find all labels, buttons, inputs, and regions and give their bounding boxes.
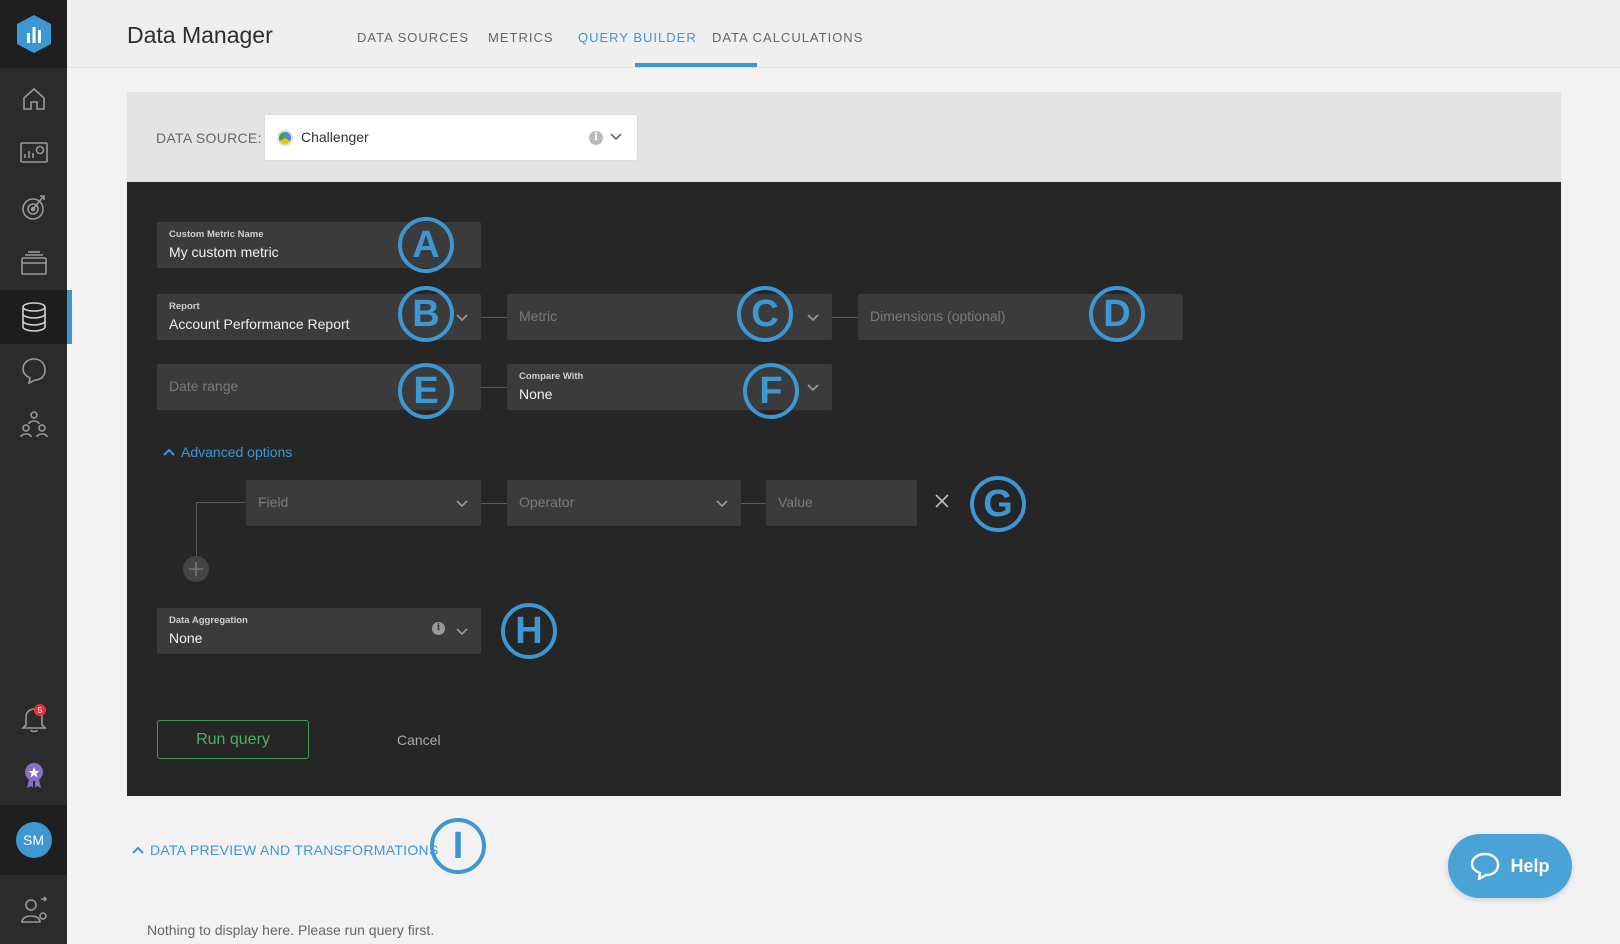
annotation-marker-b: B (398, 286, 454, 342)
data-preview-toggle[interactable]: DATA PREVIEW AND TRANSFORMATIONS (132, 842, 439, 858)
advanced-options-label: Advanced options (181, 444, 293, 460)
field-placeholder: Field (258, 494, 289, 510)
advanced-options-toggle[interactable]: Advanced options (163, 444, 292, 460)
field-label: Compare With (519, 371, 584, 382)
sidebar-item-notifications[interactable] (0, 692, 67, 746)
data-source-label: DATA SOURCE: (156, 130, 262, 146)
annotation-marker-i: I (430, 818, 486, 874)
help-button[interactable]: Help (1448, 834, 1572, 898)
chat-icon (21, 358, 46, 385)
run-query-button[interactable]: Run query (157, 720, 309, 759)
avatar[interactable]: SM (15, 822, 52, 858)
logo-icon (16, 15, 51, 53)
filter-field-select[interactable]: Field (246, 480, 481, 526)
chevron-down-icon (456, 314, 468, 322)
sidebar-item-chat[interactable] (0, 344, 67, 398)
sidebar-item-admin[interactable] (0, 883, 67, 937)
sidebar-item-reports[interactable] (0, 236, 67, 290)
tab-query-builder[interactable]: QUERY BUILDER (578, 30, 697, 45)
connector-line (481, 503, 507, 504)
data-source-select[interactable]: Challenger i (264, 114, 638, 161)
chevron-down-icon (456, 500, 468, 508)
tab-metrics[interactable]: METRICS (488, 30, 554, 45)
connector-line (481, 387, 507, 388)
chevron-down-icon (807, 384, 819, 392)
tab-data-calculations[interactable]: DATA CALCULATIONS (712, 30, 863, 45)
chevron-up-icon (132, 846, 144, 854)
sidebar-item-data[interactable] (0, 290, 72, 344)
field-value: Account Performance Report (169, 316, 350, 332)
data-aggregation-select[interactable]: Data Aggregation None i (157, 608, 481, 654)
field-placeholder: Date range (169, 378, 239, 394)
database-icon (21, 302, 46, 332)
top-header: Data Manager DATA SOURCES METRICS QUERY … (67, 0, 1620, 68)
chevron-up-icon (163, 448, 175, 456)
sidebar-item-team[interactable] (0, 398, 67, 452)
sidebar-item-home[interactable] (0, 72, 67, 126)
google-ads-icon (277, 130, 293, 146)
annotation-marker-g: G (970, 476, 1026, 532)
remove-filter-icon[interactable] (935, 494, 949, 508)
annotation-marker-e: E (398, 363, 454, 419)
sidebar-item-dashboards[interactable] (0, 126, 67, 180)
annotation-marker-f: F (743, 363, 799, 419)
tab-data-sources[interactable]: DATA SOURCES (357, 30, 469, 45)
dashboard-icon (19, 142, 48, 163)
team-icon (19, 411, 48, 438)
chat-bubble-icon (1471, 852, 1500, 880)
data-source-value: Challenger (301, 129, 369, 145)
connector-line (832, 317, 858, 318)
field-label: Report (169, 301, 200, 312)
help-label: Help (1510, 855, 1550, 876)
field-label: Custom Metric Name (169, 229, 264, 240)
data-preview-label: DATA PREVIEW AND TRANSFORMATIONS (150, 842, 439, 858)
data-source-bar: DATA SOURCE: Challenger i (127, 92, 1561, 182)
connector-line (481, 317, 507, 318)
chevron-down-icon (716, 500, 728, 508)
plus-icon (189, 562, 203, 576)
field-placeholder: Value (778, 494, 813, 510)
field-placeholder: Operator (519, 494, 575, 510)
sidebar-item-rewards[interactable] (0, 748, 67, 802)
info-icon[interactable]: i (432, 622, 445, 635)
chevron-down-icon (610, 133, 622, 141)
app-logo[interactable] (0, 0, 67, 68)
field-value: None (169, 630, 203, 646)
add-filter-button[interactable] (183, 556, 209, 582)
annotation-marker-c: C (737, 286, 793, 342)
query-builder-panel: Custom Metric Name My custom metric A Re… (127, 182, 1561, 796)
user-admin-icon (20, 896, 47, 923)
chevron-down-icon (807, 314, 819, 322)
field-value: None (519, 386, 553, 402)
empty-state-message: Nothing to display here. Please run quer… (147, 922, 435, 938)
active-tab-indicator (635, 63, 757, 67)
filter-value-input[interactable]: Value (766, 480, 917, 526)
connector-line (741, 503, 766, 504)
cancel-button[interactable]: Cancel (397, 732, 441, 748)
filter-operator-select[interactable]: Operator (507, 480, 741, 526)
annotation-marker-a: A (398, 217, 454, 273)
annotation-marker-h: H (501, 603, 557, 659)
home-icon (22, 87, 45, 110)
connector-line (196, 502, 246, 503)
info-icon[interactable]: i (589, 131, 603, 145)
sidebar: 5 SM (0, 0, 72, 944)
notification-badge: 5 (34, 704, 46, 716)
annotation-marker-d: D (1089, 286, 1145, 342)
award-icon (24, 763, 43, 788)
field-placeholder: Dimensions (optional) (870, 308, 1006, 324)
field-label: Data Aggregation (169, 615, 248, 626)
page-title: Data Manager (127, 22, 273, 48)
chevron-down-icon (456, 628, 468, 636)
goals-icon (21, 195, 45, 220)
filter-tree-line (196, 502, 197, 558)
reports-icon (20, 251, 47, 275)
sidebar-item-goals[interactable] (0, 180, 67, 234)
field-value[interactable]: My custom metric (169, 244, 279, 260)
field-placeholder: Metric (519, 308, 558, 324)
user-menu[interactable]: SM (0, 805, 67, 875)
